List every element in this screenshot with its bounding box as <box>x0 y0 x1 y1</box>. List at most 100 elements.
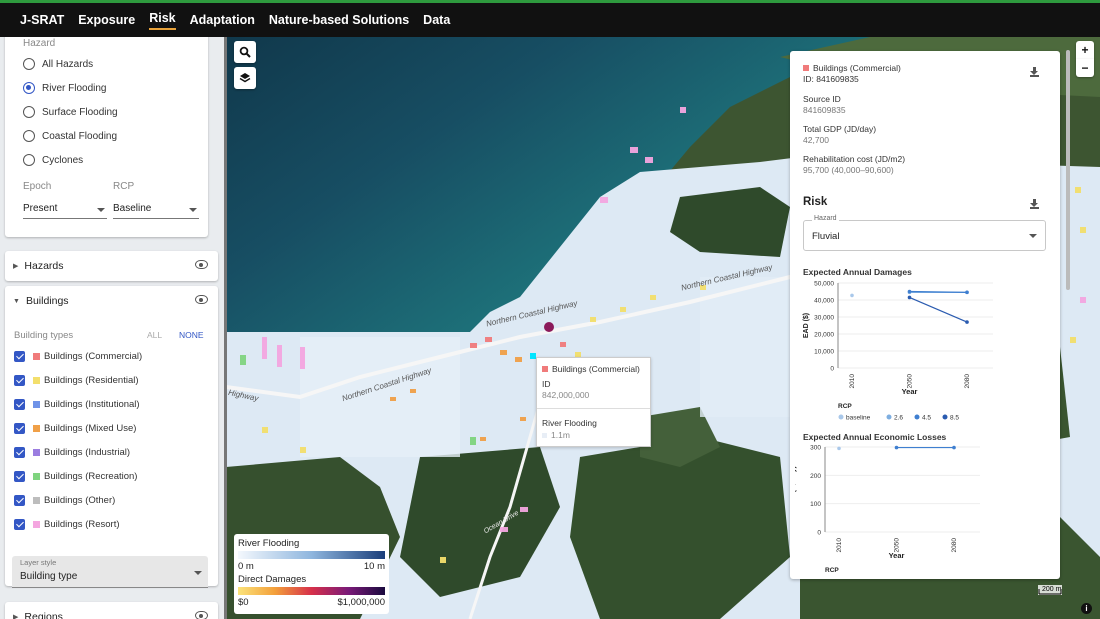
map-search-button[interactable] <box>234 41 256 63</box>
chevron-down-icon <box>194 571 202 575</box>
data-point <box>837 446 841 451</box>
feature-detail-panel: Buildings (Commercial) ID: 841609835 Sou… <box>790 51 1060 579</box>
top-nav: J-SRAT Exposure Risk Adaptation Nature-b… <box>0 0 1100 37</box>
tab-data[interactable]: Data <box>423 3 450 37</box>
visibility-off-icon[interactable] <box>195 611 208 619</box>
legend-damage-title: Direct Damages <box>238 574 307 585</box>
hazard-card: Hazard All Hazards River Flooding Surfac… <box>5 37 208 237</box>
visibility-eye-icon[interactable] <box>195 260 208 269</box>
layer-style-select[interactable]: Layer style Building type <box>12 556 208 588</box>
series-line <box>909 296 968 323</box>
radio-icon[interactable] <box>23 58 35 70</box>
x-axis-title: Year <box>889 551 905 560</box>
buildings-section-header[interactable]: ▼ Buildings <box>5 286 218 316</box>
y-tick-label: 20,000 <box>814 332 834 339</box>
map-layers-button[interactable] <box>234 67 256 89</box>
building-type-resort[interactable]: Buildings (Resort) <box>14 519 120 530</box>
radio-river-flooding[interactable]: River Flooding <box>23 82 106 94</box>
brand-logo[interactable]: J-SRAT <box>20 3 64 37</box>
building-type-label: Buildings (Recreation) <box>44 471 138 482</box>
epoch-value: Present <box>23 203 58 214</box>
legend-label: 4.5 <box>922 415 931 422</box>
radio-icon[interactable] <box>23 130 35 142</box>
x-tick-label: 2080 <box>964 374 971 389</box>
radio-coastal-flooding[interactable]: Coastal Flooding <box>23 130 117 142</box>
risk-hazard-value: Fluvial <box>812 231 840 242</box>
data-point <box>952 445 956 450</box>
checkbox-icon[interactable] <box>14 375 25 386</box>
legend-title: RCP <box>825 567 839 574</box>
legend-title: RCP <box>838 403 852 410</box>
building-type-label: Buildings (Mixed Use) <box>44 423 137 434</box>
tab-nature-based-solutions[interactable]: Nature-based Solutions <box>269 3 409 37</box>
building-type-recreation[interactable]: Buildings (Recreation) <box>14 471 137 482</box>
zoom-out-button[interactable]: − <box>1076 59 1094 77</box>
building-type-residential[interactable]: Buildings (Residential) <box>14 375 139 386</box>
data-point <box>965 320 969 324</box>
checkbox-icon[interactable] <box>14 423 25 434</box>
series-line <box>909 290 968 293</box>
legend-swatch <box>914 414 920 420</box>
building-type-industrial[interactable]: Buildings (Industrial) <box>14 447 130 458</box>
source-id-value: 841609835 <box>803 105 846 115</box>
chevron-down-icon <box>97 208 105 212</box>
building-type-label: Buildings (Industrial) <box>44 447 131 458</box>
y-tick-label: 10,000 <box>814 349 834 356</box>
select-none-button[interactable]: NONE <box>179 330 204 340</box>
radio-icon[interactable] <box>23 82 35 94</box>
building-type-institutional[interactable]: Buildings (Institutional) <box>14 399 140 410</box>
eael-chart: 01002003002010 2050 2080YearEAEL (J$/day)R… <box>795 445 980 574</box>
tab-risk[interactable]: Risk <box>149 10 176 30</box>
rcp-select[interactable]: Baseline <box>113 203 199 219</box>
chevron-down-icon <box>189 208 197 212</box>
legend-damage-min: $0 <box>238 597 249 608</box>
gdp-value: 42,700 <box>803 135 829 145</box>
epoch-label: Epoch <box>23 181 52 192</box>
data-point <box>907 289 912 294</box>
radio-surface-flooding[interactable]: Surface Flooding <box>23 106 118 118</box>
select-all-button[interactable]: ALL <box>147 330 162 340</box>
damage-color-ramp <box>238 587 385 595</box>
checkbox-icon[interactable] <box>14 399 25 410</box>
y-tick-label: 30,000 <box>814 315 834 322</box>
radio-all-hazards[interactable]: All Hazards <box>23 58 93 70</box>
radio-icon[interactable] <box>23 154 35 166</box>
checkbox-icon[interactable] <box>14 519 25 530</box>
color-swatch <box>33 521 40 528</box>
radio-icon[interactable] <box>23 106 35 118</box>
risk-hazard-select[interactable]: Hazard Fluvial <box>803 215 1046 251</box>
hazard-title: Hazard <box>23 38 56 49</box>
color-swatch <box>33 497 40 504</box>
hazards-section-label: Hazards <box>24 260 64 272</box>
visibility-eye-icon[interactable] <box>195 295 208 304</box>
checkbox-icon[interactable] <box>14 447 25 458</box>
regions-section-header[interactable]: ▶ Regions <box>5 602 218 619</box>
legend-swatch <box>838 414 844 420</box>
checkbox-icon[interactable] <box>14 471 25 482</box>
radio-label: Coastal Flooding <box>42 130 118 142</box>
y-tick-label: 0 <box>817 530 821 537</box>
radio-cyclones[interactable]: Cyclones <box>23 154 83 166</box>
map-scrollbar[interactable] <box>1066 50 1070 290</box>
layer-style-label: Layer style <box>20 558 57 567</box>
radio-label: Cyclones <box>42 154 84 166</box>
sidebar-scrollbar[interactable] <box>224 37 227 619</box>
download-icon[interactable] <box>1030 199 1039 209</box>
zoom-in-button[interactable]: + <box>1076 41 1094 59</box>
expand-arrow-icon: ▶ <box>13 614 19 619</box>
tab-adaptation[interactable]: Adaptation <box>190 3 255 37</box>
gdp-label: Total GDP (JD/day) <box>803 124 877 134</box>
building-type-mixed-use[interactable]: Buildings (Mixed Use) <box>14 423 136 434</box>
checkbox-icon[interactable] <box>14 351 25 362</box>
building-type-commercial[interactable]: Buildings (Commercial) <box>14 351 142 362</box>
download-icon[interactable] <box>1030 67 1039 77</box>
rehab-cost-value: 95,700 (40,000–90,600) <box>803 165 894 175</box>
epoch-select[interactable]: Present <box>23 203 107 219</box>
buildings-section-label: Buildings <box>25 295 69 307</box>
checkbox-icon[interactable] <box>14 495 25 506</box>
chevron-down-icon <box>1029 234 1037 238</box>
tab-exposure[interactable]: Exposure <box>78 3 135 37</box>
info-icon[interactable]: i <box>1081 603 1092 614</box>
building-type-other[interactable]: Buildings (Other) <box>14 495 115 506</box>
hazards-section-header[interactable]: ▶ Hazards <box>5 251 218 281</box>
